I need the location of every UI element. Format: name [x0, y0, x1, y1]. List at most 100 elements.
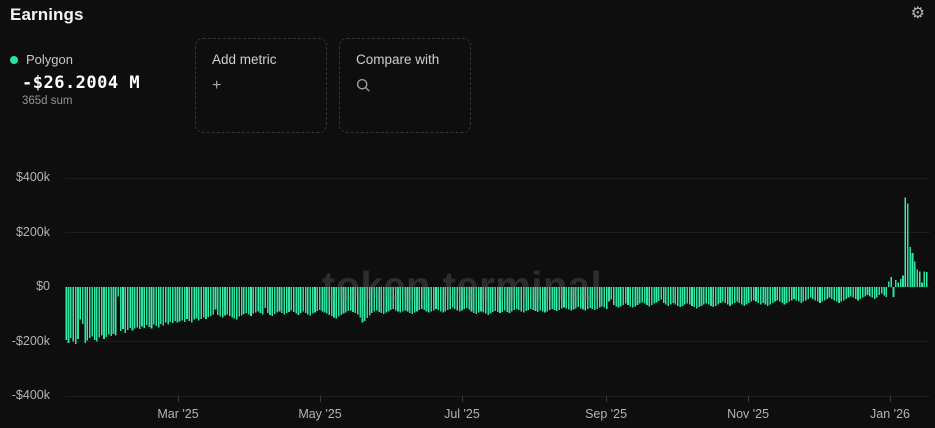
- bar[interactable]: [198, 287, 200, 320]
- bar[interactable]: [338, 287, 340, 316]
- bar[interactable]: [115, 287, 117, 336]
- bar[interactable]: [411, 287, 413, 314]
- bar[interactable]: [378, 287, 380, 312]
- bar[interactable]: [739, 287, 741, 303]
- bar[interactable]: [912, 253, 914, 287]
- bar[interactable]: [108, 287, 110, 335]
- bar[interactable]: [392, 287, 394, 309]
- bar[interactable]: [649, 287, 651, 306]
- bar[interactable]: [805, 287, 807, 300]
- bar[interactable]: [84, 287, 86, 343]
- bar[interactable]: [253, 287, 255, 314]
- bar[interactable]: [122, 287, 124, 329]
- bar[interactable]: [893, 287, 895, 297]
- bar[interactable]: [409, 287, 411, 313]
- bar[interactable]: [423, 287, 425, 310]
- bar[interactable]: [191, 287, 193, 322]
- bar[interactable]: [566, 287, 568, 309]
- bar[interactable]: [101, 287, 103, 336]
- bar[interactable]: [528, 287, 530, 310]
- bar[interactable]: [888, 282, 890, 287]
- bar[interactable]: [611, 287, 613, 299]
- bar[interactable]: [701, 287, 703, 306]
- bar[interactable]: [397, 287, 399, 312]
- bar[interactable]: [72, 287, 74, 342]
- bar[interactable]: [414, 287, 416, 313]
- bar[interactable]: [400, 287, 402, 313]
- bar[interactable]: [860, 287, 862, 299]
- bar[interactable]: [483, 287, 485, 312]
- bar[interactable]: [905, 198, 907, 287]
- bar[interactable]: [596, 287, 598, 309]
- add-metric-button[interactable]: Add metric +: [195, 38, 327, 133]
- bar[interactable]: [362, 287, 364, 323]
- bar[interactable]: [295, 287, 297, 313]
- bar[interactable]: [203, 287, 205, 318]
- bar[interactable]: [65, 287, 67, 340]
- bar[interactable]: [148, 287, 150, 327]
- bar[interactable]: [449, 287, 451, 309]
- bar[interactable]: [326, 287, 328, 313]
- bar[interactable]: [426, 287, 428, 312]
- bar[interactable]: [897, 282, 899, 287]
- bar[interactable]: [902, 276, 904, 287]
- bar[interactable]: [833, 287, 835, 300]
- bar[interactable]: [717, 287, 719, 304]
- bar[interactable]: [388, 287, 390, 311]
- bar[interactable]: [867, 287, 869, 295]
- bar[interactable]: [698, 287, 700, 307]
- bar[interactable]: [468, 287, 470, 309]
- bar[interactable]: [625, 287, 627, 304]
- bar[interactable]: [293, 287, 295, 312]
- bar[interactable]: [80, 287, 82, 320]
- bar[interactable]: [305, 287, 307, 313]
- bar[interactable]: [603, 287, 605, 308]
- bar[interactable]: [710, 287, 712, 306]
- bar[interactable]: [381, 287, 383, 313]
- bar[interactable]: [651, 287, 653, 305]
- bar[interactable]: [530, 287, 532, 309]
- bar[interactable]: [914, 262, 916, 287]
- bar[interactable]: [402, 287, 404, 311]
- bar[interactable]: [691, 287, 693, 306]
- bar[interactable]: [909, 247, 911, 287]
- plot-area[interactable]: [65, 165, 928, 404]
- bar[interactable]: [786, 287, 788, 303]
- earnings-bar-chart[interactable]: token terminal Mar '25May '25Jul '25Sep …: [0, 155, 935, 420]
- bar[interactable]: [841, 287, 843, 302]
- bar[interactable]: [459, 287, 461, 312]
- bar[interactable]: [464, 287, 466, 309]
- bar[interactable]: [845, 287, 847, 299]
- bar[interactable]: [765, 287, 767, 304]
- bar[interactable]: [281, 287, 283, 313]
- bar[interactable]: [774, 287, 776, 302]
- bar[interactable]: [684, 287, 686, 304]
- bar[interactable]: [141, 287, 143, 327]
- bar[interactable]: [762, 287, 764, 303]
- bar[interactable]: [511, 287, 513, 312]
- bar[interactable]: [599, 287, 601, 308]
- bar[interactable]: [113, 287, 115, 334]
- bar[interactable]: [438, 287, 440, 310]
- bar[interactable]: [248, 287, 250, 315]
- bar[interactable]: [587, 287, 589, 309]
- bar[interactable]: [615, 287, 617, 306]
- bar[interactable]: [186, 287, 188, 319]
- bar[interactable]: [807, 287, 809, 299]
- bar[interactable]: [457, 287, 459, 310]
- bar[interactable]: [255, 287, 257, 313]
- bar[interactable]: [556, 287, 558, 311]
- bar[interactable]: [286, 287, 288, 313]
- bar[interactable]: [357, 287, 359, 315]
- bar[interactable]: [371, 287, 373, 313]
- bar[interactable]: [926, 272, 928, 287]
- bar[interactable]: [471, 287, 473, 312]
- bar[interactable]: [668, 287, 670, 306]
- bar[interactable]: [319, 287, 321, 310]
- bar[interactable]: [374, 287, 376, 312]
- bar[interactable]: [803, 287, 805, 302]
- bar[interactable]: [817, 287, 819, 302]
- bar[interactable]: [302, 287, 304, 312]
- bar[interactable]: [829, 287, 831, 298]
- bar[interactable]: [139, 287, 141, 329]
